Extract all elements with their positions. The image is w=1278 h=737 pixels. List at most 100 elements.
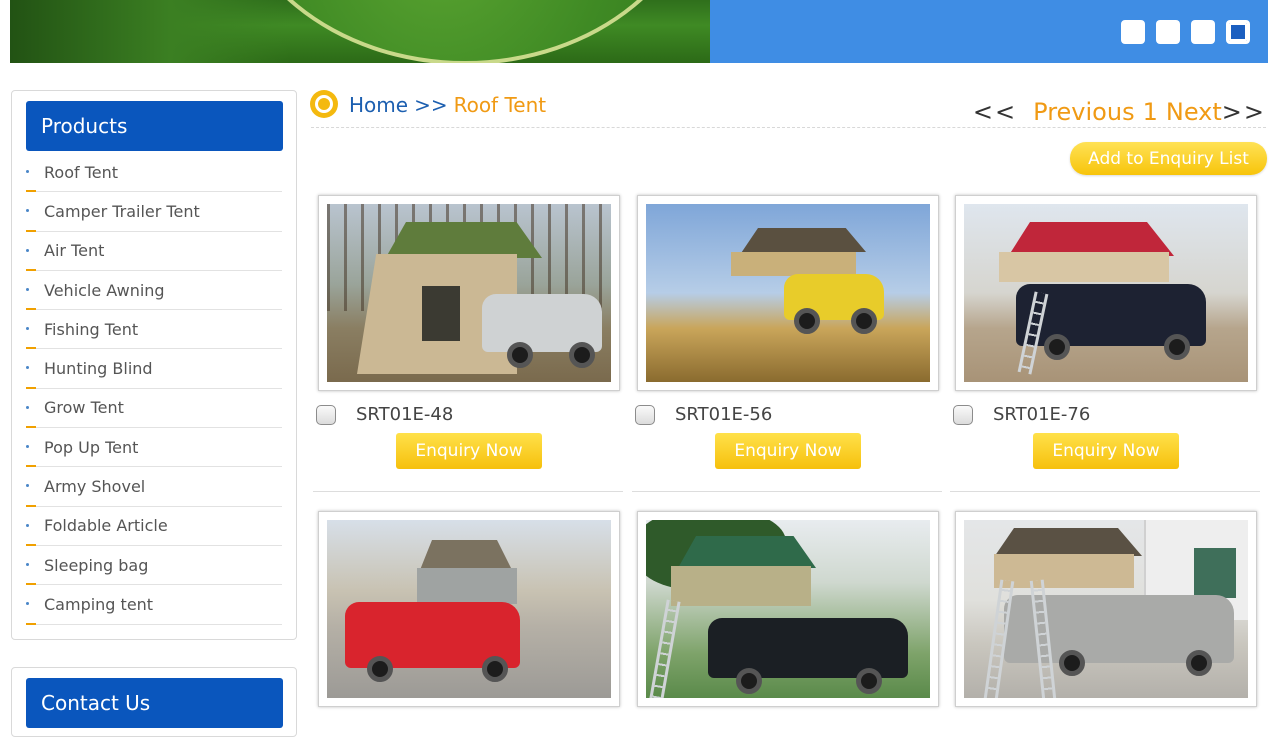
breadcrumb: Home >> Roof Tent	[349, 93, 546, 117]
enquiry-now-button[interactable]: Enquiry Now	[396, 433, 542, 469]
tent-body	[731, 252, 856, 276]
pagination: << Previous 1 Next >>	[973, 98, 1266, 126]
bullet-icon	[26, 170, 29, 173]
pager-next-arrow[interactable]: >>	[1222, 98, 1266, 126]
slide-dot-2[interactable]	[1156, 20, 1180, 44]
card-divider	[313, 491, 623, 492]
wheel	[367, 656, 393, 682]
category-label[interactable]: Roof Tent	[26, 163, 118, 182]
vehicle-pickup-black	[708, 618, 908, 678]
breadcrumb-current[interactable]: Roof Tent	[454, 93, 547, 117]
tent-canopy	[994, 528, 1142, 556]
wheel	[1186, 650, 1212, 676]
products-heading: Products	[26, 101, 283, 151]
wheel	[856, 668, 882, 694]
product-code[interactable]: SRT01E-76	[993, 404, 1090, 425]
product-code[interactable]: SRT01E-56	[675, 404, 772, 425]
category-item-air-tent[interactable]: Air Tent	[26, 232, 282, 271]
product-photo-roof-tent-red[interactable]	[964, 204, 1248, 382]
category-label[interactable]: Pop Up Tent	[26, 438, 138, 457]
category-item-pop-up-tent[interactable]: Pop Up Tent	[26, 428, 282, 468]
category-label[interactable]: Fishing Tent	[26, 320, 138, 339]
bullet-icon	[26, 523, 29, 527]
card-divider	[950, 491, 1260, 492]
pager-previous-link[interactable]: Previous	[1033, 98, 1134, 126]
category-label[interactable]: Camping tent	[26, 595, 153, 614]
tent-body	[999, 252, 1169, 282]
category-label[interactable]: Hunting Blind	[26, 359, 153, 378]
category-label[interactable]: Sleeping bag	[26, 556, 148, 575]
tent-canopy	[741, 228, 866, 252]
category-list: Roof Tent Camper Trailer Tent Air Tent V…	[26, 153, 282, 625]
slide-dot-4-active[interactable]	[1226, 20, 1250, 44]
product-photo-roof-tent-hill[interactable]	[646, 204, 930, 382]
product-image-frame[interactable]	[637, 195, 939, 391]
add-to-enquiry-list-button[interactable]: Add to Enquiry List	[1070, 142, 1267, 175]
pager-page-number[interactable]: 1	[1143, 98, 1158, 126]
product-photo-roof-tent-yard[interactable]	[964, 520, 1248, 698]
hero-banner	[10, 0, 1268, 63]
breadcrumb-divider	[311, 127, 1266, 128]
product-photo-roof-tent-pickup[interactable]	[646, 520, 930, 698]
product-select-checkbox[interactable]	[635, 405, 655, 425]
category-item-camper-trailer-tent[interactable]: Camper Trailer Tent	[26, 192, 282, 232]
divider-accent	[26, 622, 36, 625]
wheel	[1164, 334, 1190, 360]
category-label[interactable]: Grow Tent	[26, 398, 124, 417]
building-window	[1194, 548, 1236, 598]
enquiry-now-button[interactable]: Enquiry Now	[715, 433, 861, 469]
wheel	[736, 668, 762, 694]
category-label[interactable]: Army Shovel	[26, 477, 145, 496]
category-item-army-shovel[interactable]: Army Shovel	[26, 467, 282, 507]
pager-next-link[interactable]: Next	[1166, 98, 1222, 126]
product-image-frame[interactable]	[637, 511, 939, 707]
card-divider	[632, 491, 942, 492]
contact-heading[interactable]: Contact Us	[26, 678, 283, 728]
product-image-frame[interactable]	[318, 511, 620, 707]
tent-body	[671, 566, 811, 606]
category-item-grow-tent[interactable]: Grow Tent	[26, 389, 282, 429]
wheel	[794, 308, 820, 334]
category-item-hunting-blind[interactable]: Hunting Blind	[26, 349, 282, 389]
breadcrumb-separator: >>	[414, 93, 448, 117]
tent-canopy	[420, 540, 512, 570]
tent-body	[417, 568, 517, 604]
wheel	[482, 656, 508, 682]
bullet-icon	[26, 248, 29, 252]
tent-window	[422, 286, 460, 341]
product-image-frame[interactable]	[955, 195, 1257, 391]
bullet-icon	[26, 287, 29, 291]
enquiry-now-button[interactable]: Enquiry Now	[1033, 433, 1179, 469]
tent-canopy	[1008, 222, 1174, 256]
tent-body	[994, 554, 1134, 588]
ladder	[649, 599, 681, 698]
wheel	[1044, 334, 1070, 360]
contact-panel: Contact Us	[11, 667, 297, 737]
category-item-foldable-article[interactable]: Foldable Article	[26, 507, 282, 546]
breadcrumb-circle-icon	[310, 90, 338, 118]
slide-indicators	[1121, 20, 1250, 44]
category-item-roof-tent[interactable]: Roof Tent	[26, 153, 282, 193]
category-label[interactable]: Vehicle Awning	[26, 281, 165, 300]
product-code[interactable]: SRT01E-48	[356, 404, 453, 425]
wheel	[569, 342, 595, 368]
slide-dot-1[interactable]	[1121, 20, 1145, 44]
wheel	[1059, 650, 1085, 676]
pager-prev-arrow[interactable]: <<	[973, 98, 1017, 126]
category-label[interactable]: Camper Trailer Tent	[26, 202, 200, 221]
category-item-sleeping-bag[interactable]: Sleeping bag	[26, 546, 282, 586]
product-select-checkbox[interactable]	[316, 405, 336, 425]
product-photo-roof-tent-red-car[interactable]	[327, 520, 611, 698]
category-item-fishing-tent[interactable]: Fishing Tent	[26, 310, 282, 350]
category-label[interactable]: Foldable Article	[26, 516, 168, 535]
category-label[interactable]: Air Tent	[26, 241, 104, 260]
slide-dot-3[interactable]	[1191, 20, 1215, 44]
category-item-vehicle-awning[interactable]: Vehicle Awning	[26, 271, 282, 311]
product-select-checkbox[interactable]	[953, 405, 973, 425]
bullet-icon	[26, 562, 29, 566]
category-item-camping-tent[interactable]: Camping tent	[26, 585, 282, 625]
breadcrumb-home-link[interactable]: Home	[349, 93, 408, 117]
product-image-frame[interactable]	[955, 511, 1257, 707]
product-photo-roof-tent-forest[interactable]	[327, 204, 611, 382]
product-image-frame[interactable]	[318, 195, 620, 391]
